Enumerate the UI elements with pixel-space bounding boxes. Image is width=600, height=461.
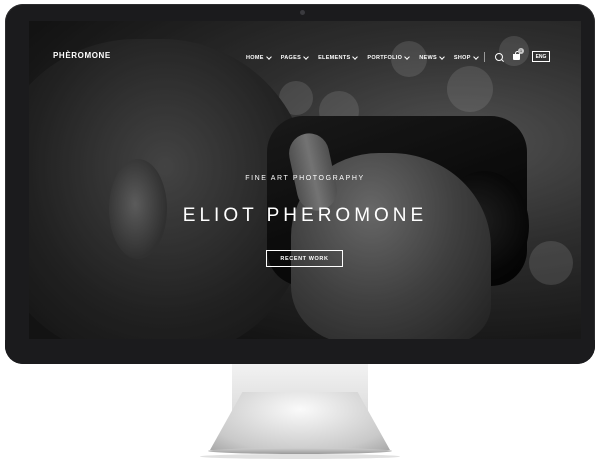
nav-item-elements[interactable]: ELEMENTS	[318, 54, 359, 61]
nav-item-shop[interactable]: SHOP	[453, 54, 479, 61]
nav-item-label: SHOP	[453, 55, 471, 61]
chevron-down-icon	[352, 54, 359, 60]
hero-subtitle: FINE ART PHOTOGRAPHY	[245, 175, 365, 182]
nav-item-home[interactable]: HOME	[246, 54, 272, 61]
chevron-down-icon	[303, 54, 309, 60]
webcam-dot	[300, 10, 305, 15]
nav-divider	[484, 52, 485, 62]
nav-item-label: PAGES	[280, 55, 302, 61]
language-selector[interactable]: ENG	[532, 51, 550, 62]
cart-icon[interactable]	[513, 51, 520, 60]
website-screen: PHÈROMONE HOME PAGES ELEMENTS PORTFOLIO …	[29, 21, 581, 339]
nav-item-news[interactable]: NEWS	[419, 54, 445, 61]
nav-item-pages[interactable]: PAGES	[280, 54, 309, 61]
search-icon[interactable]	[495, 53, 503, 61]
nav-item-label: NEWS	[419, 55, 437, 61]
hero-title: ELIOT PHEROMONE	[182, 205, 428, 226]
monitor-frame: PHÈROMONE HOME PAGES ELEMENTS PORTFOLIO …	[5, 4, 595, 364]
chevron-down-icon	[404, 54, 411, 60]
cart-count-badge: 1	[518, 48, 524, 54]
nav-item-label: ELEMENTS	[318, 55, 351, 61]
chevron-down-icon	[472, 54, 479, 60]
chevron-down-icon	[439, 54, 445, 60]
nav-item-label: PORTFOLIO	[367, 55, 403, 61]
chevron-down-icon	[265, 54, 272, 60]
main-nav: HOME PAGES ELEMENTS PORTFOLIO NEWS SHOP	[246, 54, 488, 61]
recent-work-button[interactable]: RECENT WORK	[266, 250, 343, 267]
nav-item-label: HOME	[246, 55, 264, 61]
nav-item-portfolio[interactable]: PORTFOLIO	[367, 54, 411, 61]
stand-shadow	[200, 454, 400, 459]
monitor-chin	[5, 340, 595, 364]
site-logo[interactable]: PHÈROMONE	[53, 51, 111, 60]
